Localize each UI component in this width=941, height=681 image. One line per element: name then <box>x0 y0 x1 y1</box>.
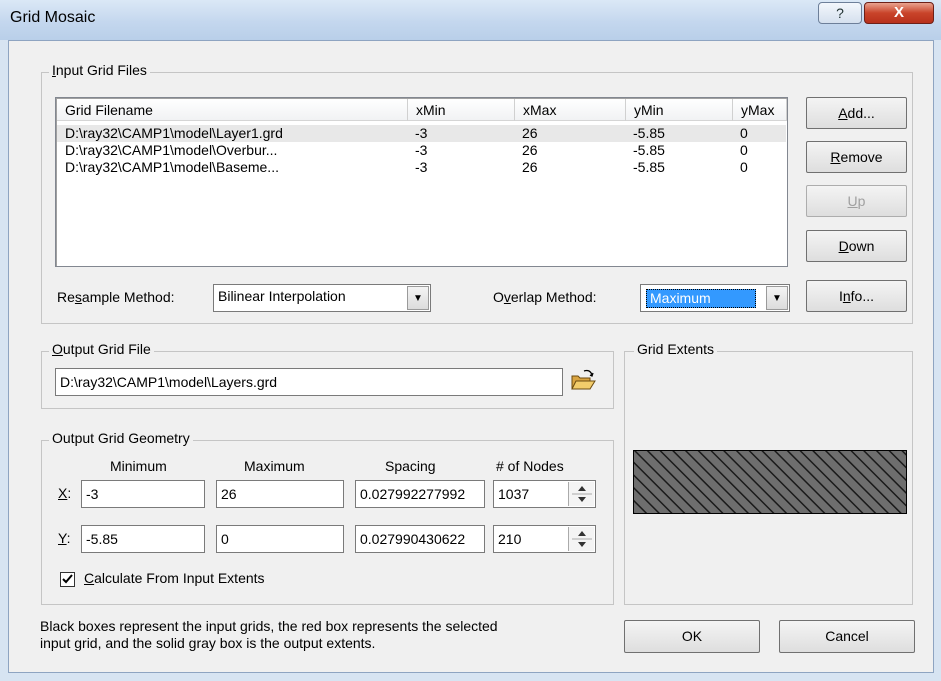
cell-xmax: 26 <box>522 159 538 175</box>
y-label: Y: <box>58 530 71 546</box>
x-spacing-input[interactable]: 0.027992277992 <box>355 480 485 508</box>
resample-method-label: Resample Method: <box>57 289 175 305</box>
x-min-input[interactable]: -3 <box>81 480 205 508</box>
spacing-header: Spacing <box>385 458 436 474</box>
grid-extents-legend: Grid Extents <box>634 341 718 357</box>
cell-ymin: -5.85 <box>633 159 665 175</box>
extents-preview <box>633 450 907 514</box>
cell-ymin: -5.85 <box>633 142 665 158</box>
x-nodes-value: 1037 <box>498 486 530 502</box>
y-nodes-value: 210 <box>498 531 522 547</box>
overlap-method-select[interactable]: Maximum ▼ <box>640 284 790 312</box>
cell-xmax: 26 <box>522 142 538 158</box>
minimum-header: Minimum <box>110 458 167 474</box>
overlap-method-value: Maximum <box>646 289 756 308</box>
up-button[interactable]: Up <box>806 185 907 217</box>
column-header-grid-filename[interactable]: Grid Filename <box>57 99 408 121</box>
column-header-xmax[interactable]: xMax <box>515 99 626 121</box>
down-button[interactable]: Down <box>806 230 907 262</box>
y-spacing-input[interactable]: 0.027990430622 <box>355 525 485 553</box>
grid-files-list[interactable]: Grid Filename xMin xMax yMin yMax D:\ray… <box>55 97 788 267</box>
resample-method-select[interactable]: Bilinear Interpolation ▼ <box>213 284 431 312</box>
x-label: X: <box>58 485 72 501</box>
calculate-from-input-checkbox[interactable] <box>60 572 75 587</box>
info-button[interactable]: Info... <box>806 280 907 312</box>
y-nodes-stepper[interactable]: 210 <box>493 525 596 553</box>
cancel-button[interactable]: Cancel <box>779 620 915 653</box>
spin-arrows-icon[interactable] <box>568 482 594 506</box>
folder-open-icon[interactable] <box>568 367 598 395</box>
output-grid-file-legend: Output Grid File <box>49 341 154 357</box>
calculate-from-input-label[interactable]: Calculate From Input Extents <box>84 570 265 586</box>
cell-xmin: -3 <box>415 142 428 158</box>
x-max-input[interactable]: 26 <box>216 480 344 508</box>
cell-filename: D:\ray32\CAMP1\model\Baseme... <box>65 159 279 175</box>
close-button[interactable]: X <box>864 2 934 24</box>
table-row[interactable]: D:\ray32\CAMP1\model\Overbur... -3 26 -5… <box>57 142 786 159</box>
remove-button[interactable]: Remove <box>806 141 907 173</box>
cell-xmin: -3 <box>415 125 428 141</box>
table-row[interactable]: D:\ray32\CAMP1\model\Baseme... -3 26 -5.… <box>57 159 786 176</box>
window-title: Grid Mosaic <box>10 9 96 26</box>
title-bar[interactable]: Grid Mosaic ? X <box>0 0 941 40</box>
column-header-xmin[interactable]: xMin <box>408 99 515 121</box>
output-grid-geometry-legend: Output Grid Geometry <box>49 430 193 446</box>
nodes-header: # of Nodes <box>496 458 564 474</box>
resample-method-value: Bilinear Interpolation <box>218 288 346 304</box>
spin-arrows-icon[interactable] <box>568 527 594 551</box>
cell-filename: D:\ray32\CAMP1\model\Overbur... <box>65 142 278 158</box>
legend-note-line-2: input grid, and the solid gray box is th… <box>40 635 376 651</box>
column-header-ymax[interactable]: yMax <box>733 99 787 121</box>
cell-ymax: 0 <box>740 125 748 141</box>
input-grid-files-legend: Input Grid Files <box>49 62 150 78</box>
cell-ymax: 0 <box>740 159 748 175</box>
y-max-input[interactable]: 0 <box>216 525 344 553</box>
cell-xmax: 26 <box>522 125 538 141</box>
maximum-header: Maximum <box>244 458 305 474</box>
legend-note: Black boxes represent the input grids, t… <box>40 618 498 652</box>
cell-ymax: 0 <box>740 142 748 158</box>
cell-xmin: -3 <box>415 159 428 175</box>
cell-ymin: -5.85 <box>633 125 665 141</box>
overlap-method-label: Overlap Method: <box>493 289 597 305</box>
chevron-down-icon[interactable]: ▼ <box>766 286 788 310</box>
help-button[interactable]: ? <box>818 2 862 24</box>
column-header-ymin[interactable]: yMin <box>626 99 733 121</box>
cell-filename: D:\ray32\CAMP1\model\Layer1.grd <box>65 125 283 141</box>
legend-note-line-1: Black boxes represent the input grids, t… <box>40 618 498 634</box>
y-min-input[interactable]: -5.85 <box>81 525 205 553</box>
table-row[interactable]: D:\ray32\CAMP1\model\Layer1.grd -3 26 -5… <box>57 125 786 142</box>
output-file-path-input[interactable]: D:\ray32\CAMP1\model\Layers.grd <box>55 368 563 396</box>
chevron-down-icon[interactable]: ▼ <box>407 286 429 310</box>
add-button[interactable]: Add... <box>806 97 907 129</box>
ok-button[interactable]: OK <box>624 620 760 653</box>
x-nodes-stepper[interactable]: 1037 <box>493 480 596 508</box>
